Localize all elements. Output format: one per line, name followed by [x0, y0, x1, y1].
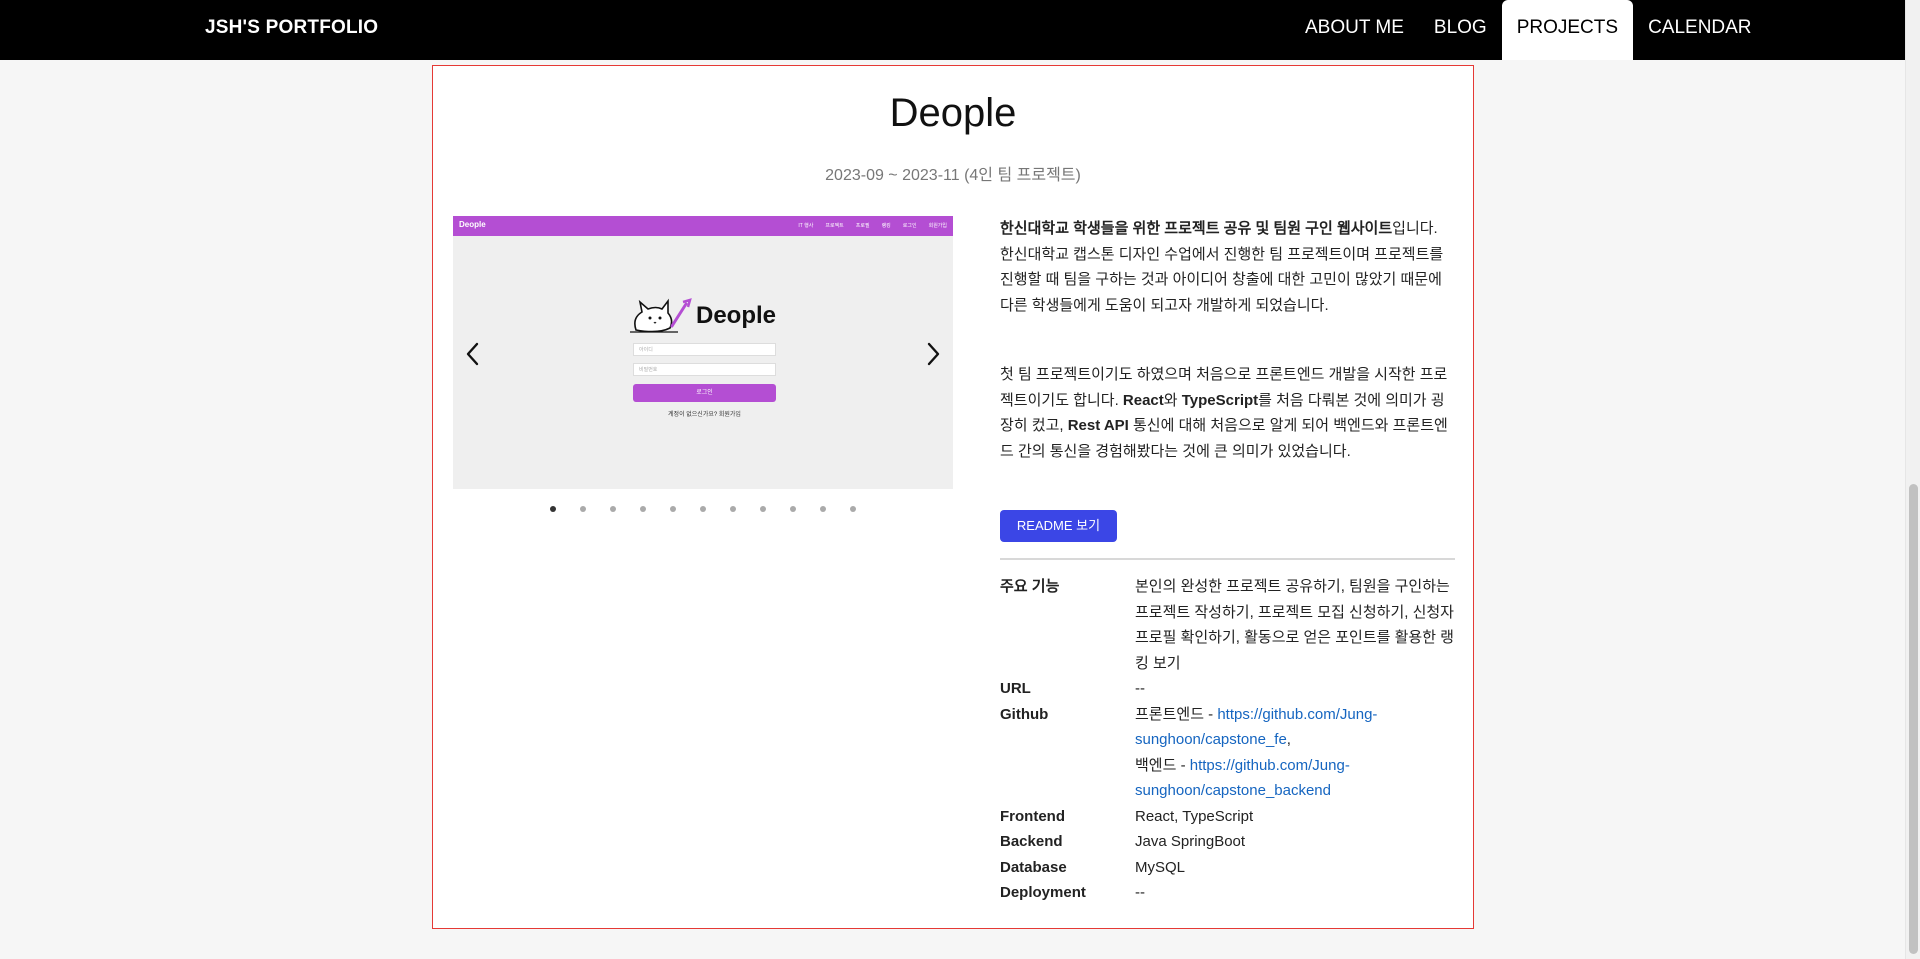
carousel-dot[interactable]: [670, 506, 676, 512]
screenshot-pw-placeholder: 비밀번호: [639, 367, 658, 373]
carousel-dot[interactable]: [550, 506, 556, 512]
screenshot-menu-item: 프로젝트: [825, 223, 844, 229]
carousel-dot[interactable]: [730, 506, 736, 512]
carousel-dot[interactable]: [820, 506, 826, 512]
screenshot-menu-item: 로그인: [902, 223, 917, 229]
description-paragraph-1: 한신대학교 학생들을 위한 프로젝트 공유 및 팀원 구인 웹사이트입니다. 한…: [1000, 216, 1455, 318]
top-navbar: JSH'S PORTFOLIO ABOUT ME BLOG PROJECTS C…: [0, 0, 1920, 60]
nav-item-blog[interactable]: BLOG: [1419, 0, 1502, 60]
screenshot-login-button: 로그인: [633, 384, 776, 402]
carousel-dot[interactable]: [760, 506, 766, 512]
info-value: --: [1135, 884, 1145, 901]
screenshot-brand: Deople: [628, 296, 783, 336]
screenshot-brand-text: Deople: [696, 302, 777, 329]
tech-typescript: TypeScript: [1181, 391, 1259, 409]
nav-menu: ABOUT ME BLOG PROJECTS CALENDAR: [1290, 0, 1767, 60]
screenshot-id-input: 아이디: [633, 343, 776, 356]
info-row-frontend: Frontend React, TypeScript: [1000, 804, 1455, 830]
description-paragraph-2: 첫 팀 프로젝트이기도 하였으며 처음으로 프론트엔드 개발을 시작한 프로젝트…: [1000, 362, 1455, 464]
tech-react: React: [1122, 391, 1164, 409]
section-divider: [1000, 558, 1455, 560]
screenshot-signup-text: 계정이 없으신가요? 회원가입: [668, 412, 741, 418]
info-value: MySQL: [1135, 858, 1186, 876]
info-row-deployment: Deployment --: [1000, 880, 1455, 906]
carousel-dot[interactable]: [580, 506, 586, 512]
screenshot-menu-item: 회원가입: [928, 223, 947, 229]
github-backend-prefix: 백엔드 -: [1135, 756, 1190, 774]
readme-button[interactable]: README 보기: [1000, 510, 1117, 542]
screenshot-menu-item: 랭킹: [881, 223, 891, 229]
project-description: 한신대학교 학생들을 위한 프로젝트 공유 및 팀원 구인 웹사이트입니다. 한…: [1000, 216, 1455, 464]
info-row-features: 주요 기능 본인의 완성한 프로젝트 공유하기, 팀원을 구인하는 프로젝트 작…: [1000, 574, 1455, 676]
screenshot-menu: IT 행사 프로젝트 프로필 랭킹 로그인 회원가입: [798, 222, 947, 229]
carousel-next-button[interactable]: [919, 336, 947, 372]
info-value: Java SpringBoot: [1135, 833, 1246, 850]
info-row-backend: Backend Java SpringBoot: [1000, 829, 1455, 855]
project-title: Deople: [889, 91, 1017, 135]
info-key: 주요 기능: [1000, 578, 1060, 595]
screenshot-id-placeholder: 아이디: [639, 347, 653, 353]
scrollbar-thumb[interactable]: [1909, 484, 1918, 954]
nav-item-projects[interactable]: PROJECTS: [1501, 0, 1634, 60]
carousel-dots: [453, 506, 953, 516]
screenshot-header-bar: Deople IT 행사 프로젝트 프로필 랭킹 로그인 회원가입: [453, 216, 953, 236]
info-key: Backend: [1000, 833, 1063, 850]
carousel-prev-button[interactable]: [459, 336, 487, 372]
info-row-url: URL --: [1000, 676, 1455, 702]
info-key: Github: [1000, 705, 1049, 723]
site-brand[interactable]: JSH'S PORTFOLIO: [205, 0, 378, 60]
carousel-dot[interactable]: [850, 506, 856, 512]
project-image-carousel: Deople IT 행사 프로젝트 프로필 랭킹 로그인 회원가입 Deople: [453, 216, 953, 489]
project-info-table: 주요 기능 본인의 완성한 프로젝트 공유하기, 팀원을 구인하는 프로젝트 작…: [1000, 574, 1455, 906]
cat-mascot-icon: [630, 298, 692, 333]
nav-item-calendar[interactable]: CALENDAR: [1633, 0, 1766, 60]
screenshot-pw-input: 비밀번호: [633, 363, 776, 376]
github-frontend-suffix: ,: [1286, 731, 1291, 748]
info-row-database: Database MySQL: [1000, 855, 1455, 881]
screenshot-menu-item: 프로필: [855, 223, 870, 229]
nav-item-about-me[interactable]: ABOUT ME: [1290, 0, 1419, 60]
chevron-right-icon: [927, 342, 940, 366]
description-highlight: 한신대학교 학생들을 위한 프로젝트 공유 및 팀원 구인 웹사이트: [1000, 220, 1393, 237]
info-key: Database: [1000, 858, 1067, 876]
info-row-github: Github 프론트엔드 - https://github.com/Jung-s…: [1000, 702, 1455, 804]
project-period: 2023-09 ~ 2023-11 (4인 팀 프로젝트): [825, 167, 1081, 184]
screenshot-logo: Deople: [459, 220, 486, 229]
page-scrollbar[interactable]: [1905, 0, 1920, 959]
carousel-dot[interactable]: [640, 506, 646, 512]
info-key: Deployment: [1000, 884, 1086, 901]
tech-rest-api: Rest API: [1067, 417, 1129, 434]
info-key: URL: [1000, 680, 1031, 697]
screenshot-menu-item: IT 행사: [798, 223, 814, 229]
carousel-dot[interactable]: [790, 506, 796, 512]
carousel-dot[interactable]: [700, 506, 706, 512]
info-value: 본인의 완성한 프로젝트 공유하기, 팀원을 구인하는 프로젝트 작성하기, 프…: [1135, 578, 1454, 672]
info-key: Frontend: [1000, 807, 1065, 825]
info-value: 프론트엔드 - https://github.com/Jung-sunghoon…: [1135, 702, 1455, 804]
info-value: React, TypeScript: [1135, 807, 1254, 825]
info-value: --: [1135, 680, 1145, 697]
chevron-left-icon: [466, 342, 479, 366]
carousel-dot[interactable]: [610, 506, 616, 512]
github-frontend-prefix: 프론트엔드 -: [1135, 705, 1218, 723]
project-card: Deople 2023-09 ~ 2023-11 (4인 팀 프로젝트) Deo…: [432, 65, 1474, 929]
description-text: 와: [1163, 391, 1182, 409]
